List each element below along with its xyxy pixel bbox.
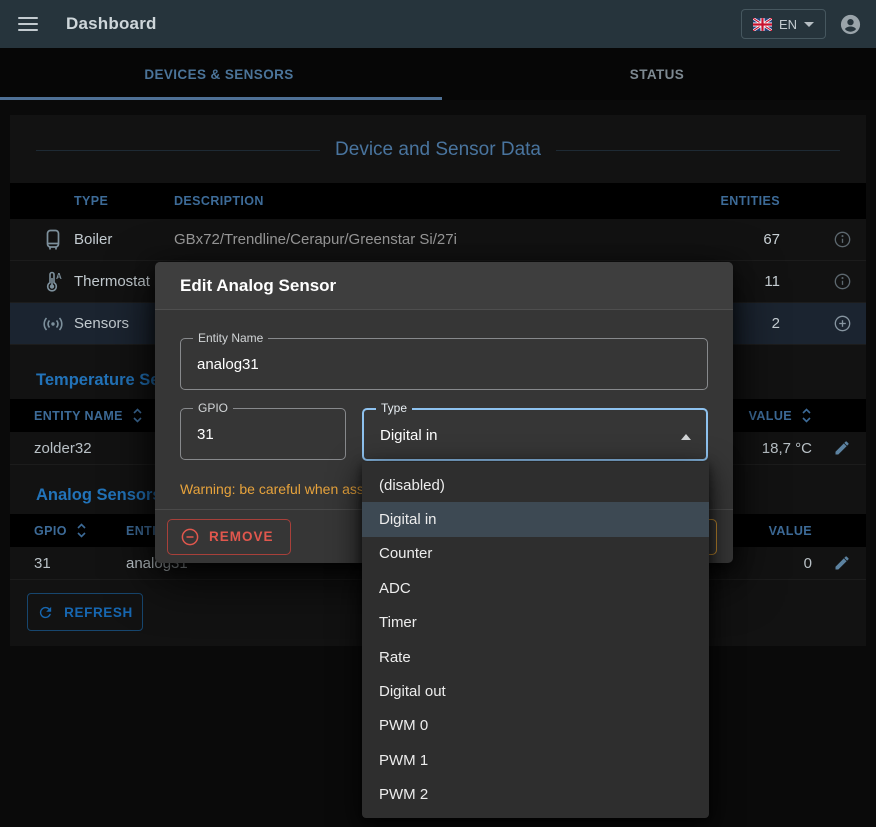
account-icon[interactable] — [839, 13, 862, 36]
sort-icon — [801, 408, 812, 423]
type-select[interactable]: Type Digital in — [362, 408, 708, 461]
active-tab-indicator — [0, 97, 442, 100]
table-row-boiler[interactable]: Boiler GBx72/Trendline/Cerapur/Greenstar… — [10, 219, 866, 261]
device-description: GBx72/Trendline/Cerapur/Greenstar Si/27i — [174, 231, 698, 248]
edit-icon[interactable] — [818, 440, 866, 456]
uk-flag-icon — [753, 18, 772, 31]
divider — [36, 150, 320, 151]
option-pwm-1[interactable]: PWM 1 — [362, 743, 709, 777]
section-title-row: Device and Sensor Data — [10, 115, 866, 177]
chevron-down-icon — [804, 22, 814, 27]
divider — [556, 150, 840, 151]
sort-icon — [76, 523, 87, 538]
info-icon[interactable] — [818, 273, 866, 290]
option-digital-in[interactable]: Digital in — [362, 502, 709, 536]
sort-icon — [132, 408, 143, 423]
gpio-value: 31 — [34, 555, 126, 572]
page-title: Device and Sensor Data — [335, 139, 541, 161]
type-value: Digital in — [364, 410, 706, 444]
option-timer[interactable]: Timer — [362, 606, 709, 640]
top-app-bar: Dashboard EN — [0, 0, 876, 48]
device-type: Boiler — [74, 231, 174, 248]
thermostat-icon: A — [32, 271, 74, 293]
col-entities: ENTITIES — [698, 194, 818, 208]
chevron-up-icon — [681, 434, 691, 440]
option-pwm-0[interactable]: PWM 0 — [362, 709, 709, 743]
refresh-icon — [37, 604, 54, 621]
device-entities: 67 — [698, 231, 818, 248]
tab-status[interactable]: STATUS — [438, 48, 876, 100]
option-digital-out[interactable]: Digital out — [362, 674, 709, 708]
language-label: EN — [779, 17, 797, 32]
dialog-header: Edit Analog Sensor — [155, 262, 733, 310]
type-label: Type — [376, 401, 412, 415]
circle-minus-icon — [181, 528, 199, 546]
entity-name-label: Entity Name — [193, 331, 268, 345]
svg-text:A: A — [56, 272, 62, 281]
col-description: DESCRIPTION — [174, 194, 698, 208]
remove-button[interactable]: REMOVE — [167, 519, 291, 555]
add-icon[interactable] — [818, 315, 866, 332]
menu-icon[interactable] — [18, 17, 38, 31]
option-disabled[interactable]: (disabled) — [362, 468, 709, 502]
col-gpio-sort[interactable]: GPIO — [34, 523, 126, 538]
boiler-icon — [32, 229, 74, 251]
info-icon[interactable] — [818, 231, 866, 248]
option-adc[interactable]: ADC — [362, 571, 709, 605]
dialog-title: Edit Analog Sensor — [180, 276, 336, 296]
edit-icon[interactable] — [818, 555, 866, 571]
gpio-label: GPIO — [193, 401, 233, 415]
language-selector[interactable]: EN — [741, 9, 826, 39]
refresh-button[interactable]: REFRESH — [27, 593, 143, 631]
sensors-icon — [32, 315, 74, 333]
type-options-menu: (disabled) Digital in Counter ADC Timer … — [362, 462, 709, 818]
option-rate[interactable]: Rate — [362, 640, 709, 674]
devices-table-header: TYPE DESCRIPTION ENTITIES — [10, 183, 866, 219]
app-title: Dashboard — [66, 14, 157, 34]
col-type: TYPE — [74, 194, 174, 208]
entity-name-field[interactable]: Entity Name analog31 — [180, 338, 708, 390]
tab-devices-sensors[interactable]: DEVICES & SENSORS — [0, 48, 438, 100]
tab-bar: DEVICES & SENSORS STATUS — [0, 48, 876, 100]
option-pwm-2[interactable]: PWM 2 — [362, 778, 709, 812]
option-counter[interactable]: Counter — [362, 537, 709, 571]
gpio-field[interactable]: GPIO 31 — [180, 408, 346, 460]
